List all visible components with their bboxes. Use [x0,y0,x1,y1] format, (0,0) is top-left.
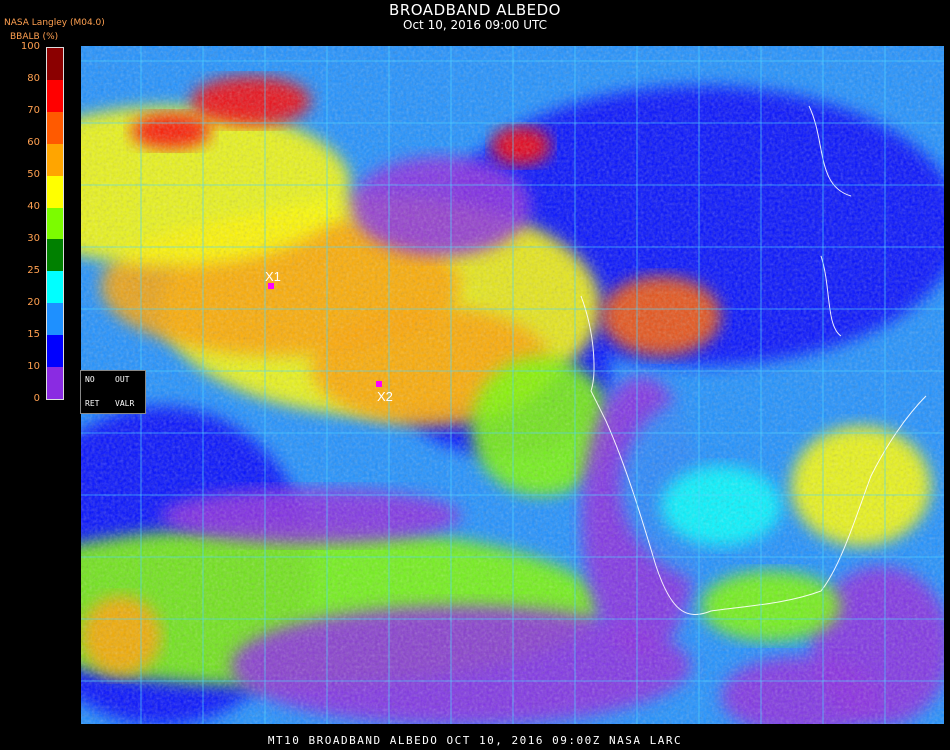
colorbar-tick-label: 60 [27,137,40,148]
colorbar-swatch [47,111,63,144]
source-label: NASA Langley (M04.0) [4,18,105,28]
colorbar-swatch [47,335,63,368]
colorbar-swatch [47,79,63,112]
colorbar-swatch [47,239,63,272]
colorbar-tick-label: 0 [33,393,40,404]
colorbar-tick-label: 80 [27,73,40,84]
colorbar-tick-label: 100 [20,41,40,52]
marker-point[interactable] [376,381,382,387]
control-panel: NO OUT RET VALR [80,370,146,414]
colorbar-swatch [47,48,63,80]
colorbar-tick-label: 10 [27,361,40,372]
colorbar-tick-label: 20 [27,297,40,308]
valr-button[interactable]: VALR [115,399,134,408]
footer-caption: MT10 BROADBAND ALBEDO OCT 10, 2016 09:00… [267,734,683,747]
map-datetime: Oct 10, 2016 09:00 UTC [403,18,547,32]
out-button[interactable]: OUT [115,375,129,384]
colorbar-tick-label: 70 [27,105,40,116]
colorbar-swatch [47,303,63,336]
colorbar-swatch [47,143,63,176]
ret-button[interactable]: RET [85,399,99,408]
colorbar-tick-label: 15 [27,329,40,340]
marker-label: X1 [265,269,281,284]
colorbar-tick-label: 40 [27,201,40,212]
colorbar-tick-label: 30 [27,233,40,244]
texture-overlay [81,46,944,724]
map-title: BROADBAND ALBEDO [389,1,561,19]
colorbar-swatch [47,175,63,208]
colorbar [46,47,64,400]
colorbar-tick-label: 50 [27,169,40,180]
colorbar-swatch [47,207,63,240]
colorbar-tick-label: 25 [27,265,40,276]
marker-label: X2 [377,389,393,404]
no-button[interactable]: NO [85,375,95,384]
albedo-map[interactable]: X1 X2 [81,46,944,724]
colorbar-swatch [47,271,63,304]
colorbar-swatch [47,367,63,399]
